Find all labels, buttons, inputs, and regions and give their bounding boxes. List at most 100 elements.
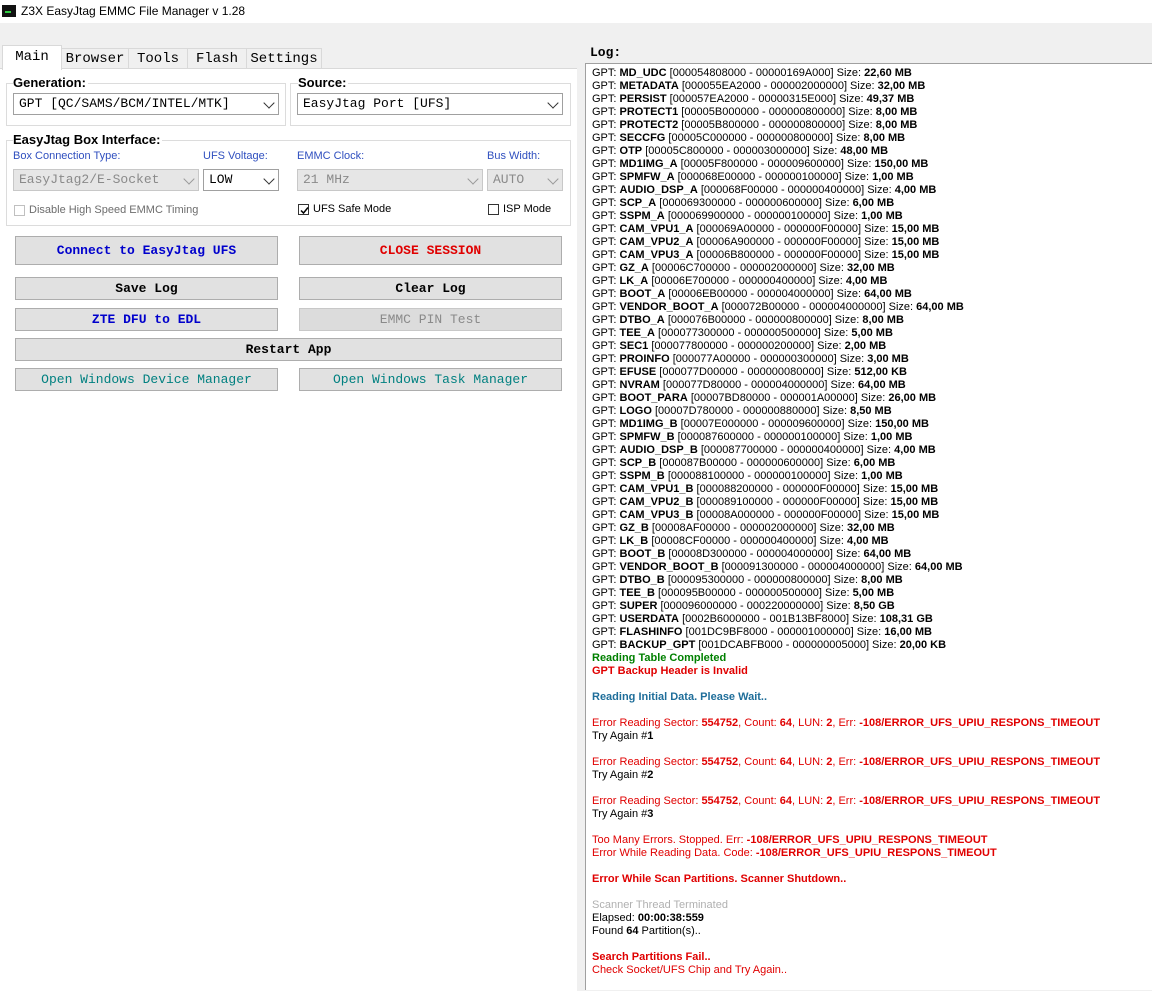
partition-row: GPT: CAM_VPU1_B [000088200000 - 000000F0… [592, 483, 939, 495]
emmc-clock-select[interactable]: 21 MHz [297, 169, 483, 191]
partition-row: GPT: EFUSE [000077D00000 - 000000080000]… [592, 366, 907, 378]
partition-row: GPT: LK_A [00006E700000 - 000000400000] … [592, 275, 888, 287]
ufs-voltage-label: UFS Voltage: [203, 150, 268, 162]
log-line: Check Socket/UFS Chip and Try Again.. [592, 964, 788, 976]
partition-row: GPT: AUDIO_DSP_A [000068F00000 - 0000004… [592, 184, 937, 196]
partition-row: GPT: SEC1 [000077800000 - 000000200000] … [592, 340, 887, 352]
tab-flash[interactable]: Flash [187, 48, 247, 69]
partition-row: GPT: BOOT_A [00006EB00000 - 000004000000… [592, 288, 912, 300]
chevron-down-icon [547, 97, 559, 109]
partition-row: GPT: SCP_A [000069300000 - 000000600000]… [592, 197, 895, 209]
partition-row: GPT: PROTECT2 [00005B800000 - 0000008000… [592, 119, 918, 131]
restart-app-button[interactable]: Restart App [15, 338, 562, 361]
checkbox-box [14, 205, 25, 216]
title-bar: Z3X EasyJtag EMMC File Manager v 1.28 [0, 0, 1152, 23]
tab-tools[interactable]: Tools [128, 48, 188, 69]
partition-row: GPT: CAM_VPU3_B [00008A000000 - 000000F0… [592, 509, 940, 521]
log-line: Scanner Thread Terminated [592, 899, 728, 911]
zte-dfu-button[interactable]: ZTE DFU to EDL [15, 308, 278, 331]
partition-row: GPT: SPMFW_B [000087600000 - 00000010000… [592, 431, 913, 443]
log-line: Reading Table Completed [592, 652, 727, 664]
log-line: Found 64 Partition(s).. [592, 925, 701, 937]
isp-mode-label: ISP Mode [503, 203, 552, 215]
partition-row: GPT: SSPM_A [000069900000 - 000000100000… [592, 210, 903, 222]
log-line: Search Partitions Fail.. [592, 951, 711, 963]
tab-settings[interactable]: Settings [246, 48, 322, 69]
chevron-down-icon [263, 173, 275, 185]
generation-label: Generation: [13, 75, 88, 90]
checkbox-box [298, 204, 309, 215]
partition-row: GPT: SSPM_B [000088100000 - 000000100000… [592, 470, 903, 482]
bus-width-label: Bus Width: [487, 150, 541, 162]
check-icon [300, 207, 309, 215]
partition-row: GPT: SUPER [000096000000 - 000220000000]… [592, 600, 895, 612]
partition-row: GPT: MD_UDC [000054808000 - 00000169A000… [592, 67, 912, 79]
window-title: Z3X EasyJtag EMMC File Manager v 1.28 [21, 4, 246, 18]
save-log-button[interactable]: Save Log [15, 277, 278, 300]
app-icon [2, 5, 16, 17]
device-manager-button[interactable]: Open Windows Device Manager [15, 368, 278, 391]
box-interface-label: EasyJtag Box Interface: [13, 132, 163, 147]
main-panel: Generation: GPT [QC/SAMS/BCM/INTEL/MTK] … [0, 68, 577, 991]
chevron-down-icon [183, 173, 195, 185]
source-value: EasyJtag Port [UFS] [303, 96, 452, 111]
partition-row: GPT: LK_B [00008CF00000 - 000000400000] … [592, 535, 889, 547]
partition-row: GPT: VENDOR_BOOT_B [000091300000 - 00000… [592, 561, 963, 573]
bus-width-select[interactable]: AUTO [487, 169, 563, 191]
connection-type-label: Box Connection Type: [13, 150, 121, 162]
log-line: Try Again #2 [592, 769, 654, 781]
log-label: Log: [590, 45, 622, 60]
log-error-line: Too Many Errors. Stopped. Err: -108/ERRO… [592, 834, 988, 846]
ufs-safe-mode-label: UFS Safe Mode [313, 203, 392, 215]
partition-row: GPT: DTBO_A [000076B00000 - 000000800000… [592, 314, 904, 326]
chevron-down-icon [263, 97, 275, 109]
clear-log-button[interactable]: Clear Log [299, 277, 562, 300]
source-select[interactable]: EasyJtag Port [UFS] [297, 93, 563, 115]
log-error-line: Error Reading Sector: 554752, Count: 64,… [592, 756, 1101, 768]
task-manager-button[interactable]: Open Windows Task Manager [299, 368, 562, 391]
source-label: Source: [298, 75, 349, 90]
log-line: Reading Initial Data. Please Wait.. [592, 691, 768, 703]
disable-high-speed-label: Disable High Speed EMMC Timing [29, 204, 199, 216]
partition-row: GPT: TEE_A [000077300000 - 000000500000]… [592, 327, 893, 339]
emmc-clock-value: 21 MHz [303, 172, 350, 187]
partition-row: GPT: GZ_A [00006C700000 - 000002000000] … [592, 262, 895, 274]
log-error-line: Error Reading Sector: 554752, Count: 64,… [592, 795, 1101, 807]
partition-row: GPT: NVRAM [000077D80000 - 000004000000]… [592, 379, 906, 391]
partition-row: GPT: GZ_B [00008AF00000 - 000002000000] … [592, 522, 895, 534]
ufs-voltage-select[interactable]: LOW [203, 169, 279, 191]
log-line: Try Again #3 [592, 808, 654, 820]
partition-row: GPT: TEE_B [000095B00000 - 000000500000]… [592, 587, 895, 599]
connection-type-select[interactable]: EasyJtag2/E-Socket [13, 169, 199, 191]
partition-row: GPT: PERSIST [000057EA2000 - 00000315E00… [592, 93, 915, 105]
generation-select[interactable]: GPT [QC/SAMS/BCM/INTEL/MTK] [13, 93, 279, 115]
partition-row: GPT: BOOT_PARA [00007BD80000 - 000001A00… [592, 392, 937, 404]
close-session-button[interactable]: CLOSE SESSION [299, 236, 562, 265]
connection-type-value: EasyJtag2/E-Socket [19, 172, 160, 187]
tab-main[interactable]: Main [2, 45, 62, 70]
log-line: Error While Scan Partitions. Scanner Shu… [592, 873, 847, 885]
partition-row: GPT: FLASHINFO [001DC9BF8000 - 000001000… [592, 626, 932, 638]
log-line: Elapsed: 00:00:38:559 [592, 912, 704, 924]
emmc-clock-label: EMMC Clock: [297, 150, 365, 162]
bus-width-value: AUTO [493, 172, 525, 187]
log-error-line: Error Reading Sector: 554752, Count: 64,… [592, 717, 1101, 729]
connect-button[interactable]: Connect to EasyJtag UFS [15, 236, 278, 265]
partition-row: GPT: MD1IMG_A [00005F800000 - 0000096000… [592, 158, 929, 170]
tab-browser[interactable]: Browser [61, 48, 129, 69]
partition-row: GPT: USERDATA [0002B6000000 - 001B13BF80… [592, 613, 933, 625]
log-line: GPT Backup Header is Invalid [592, 665, 748, 677]
log-error-line: Error While Reading Data. Code: -108/ERR… [592, 847, 997, 859]
chevron-down-icon [467, 173, 479, 185]
partition-row: GPT: CAM_VPU3_A [00006B800000 - 000000F0… [592, 249, 940, 261]
log-panel[interactable]: GPT: MD_UDC [000054808000 - 00000169A000… [585, 63, 1152, 990]
partition-row: GPT: PROTECT1 [00005B000000 - 0000008000… [592, 106, 918, 118]
partition-row: GPT: SECCFG [00005C000000 - 000000800000… [592, 132, 906, 144]
checkbox-box [488, 204, 499, 215]
partition-row: GPT: CAM_VPU2_A [00006A900000 - 000000F0… [592, 236, 940, 248]
partition-row: GPT: BOOT_B [00008D300000 - 000004000000… [592, 548, 912, 560]
partition-row: GPT: SCP_B [000087B00000 - 000000600000]… [592, 457, 896, 469]
emmc-pin-test-button[interactable]: EMMC PIN Test [299, 308, 562, 331]
chevron-down-icon [547, 173, 559, 185]
partition-row: GPT: DTBO_B [000095300000 - 000000800000… [592, 574, 903, 586]
